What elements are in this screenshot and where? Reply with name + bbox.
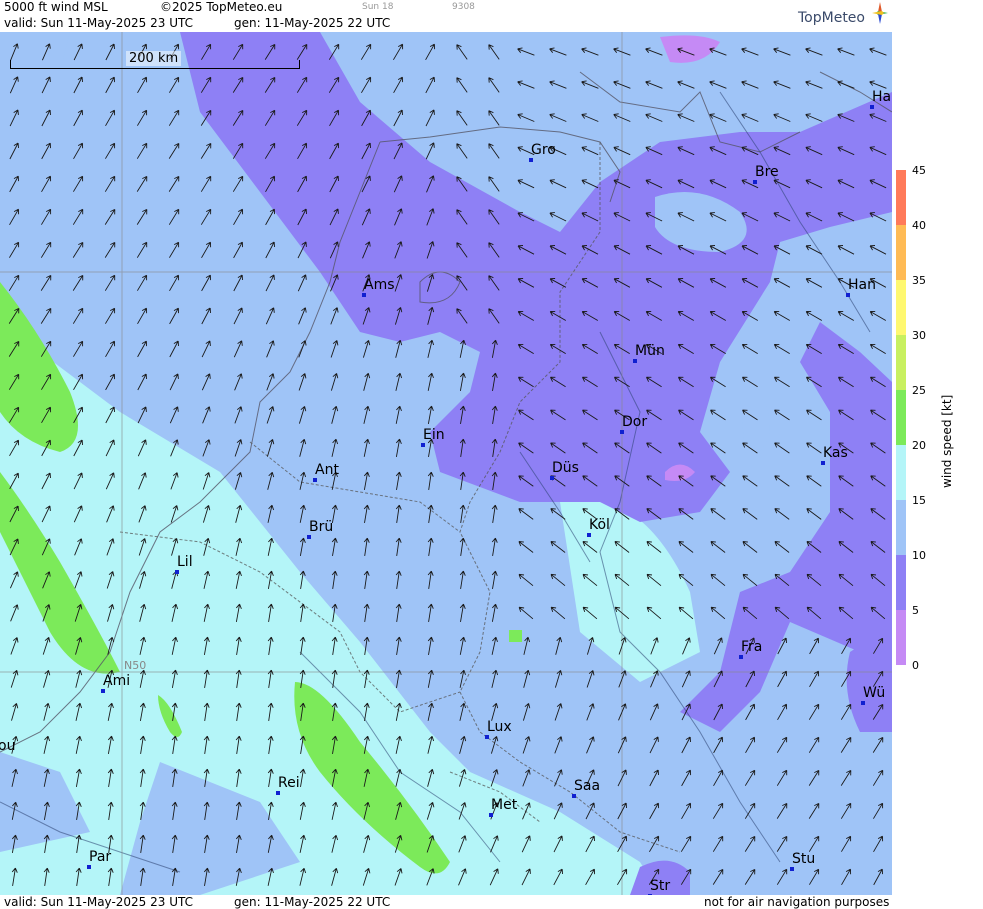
scale-label: 200 km [126, 51, 182, 66]
map-footer: valid: Sun 11-May-2025 23 UTC gen: 11-Ma… [0, 895, 892, 909]
legend-title: wind speed [kt] [940, 394, 954, 488]
city-label: Kas [823, 445, 848, 461]
city-marker-icon [870, 105, 874, 109]
legend-tick-label: 30 [912, 329, 926, 342]
city-label: ou [0, 738, 16, 754]
city-marker-icon [489, 813, 493, 817]
city-label: Par [89, 849, 112, 865]
city-label: Düs [552, 460, 579, 476]
city-marker-icon [362, 293, 366, 297]
city-label: Köl [589, 517, 610, 533]
city-marker-icon [821, 461, 825, 465]
map-title: 5000 ft wind MSL [4, 0, 108, 14]
city-marker-icon [101, 689, 105, 693]
city-label: Brü [309, 519, 334, 535]
city-marker-icon [529, 158, 533, 162]
city-marker-icon [572, 794, 576, 798]
logo-text: TopMeteo [798, 10, 865, 26]
city-label: Ams [364, 277, 395, 293]
code-label: 9308 [452, 2, 475, 12]
city-label: Lux [487, 719, 512, 735]
generated-time: gen: 11-May-2025 22 UTC [234, 16, 391, 30]
city-label: Wü [863, 685, 886, 701]
city-marker-icon [633, 359, 637, 363]
wind-map[interactable]: 200 km N50 Gro Bre Ha Ams Han Mün Ein Dor Ant Kas… [0, 32, 892, 895]
compass-icon [872, 2, 888, 24]
city-marker-icon [620, 430, 624, 434]
legend-tick-label: 10 [912, 549, 926, 562]
city-label: Saa [574, 778, 601, 794]
legend-swatch-30-35 [896, 280, 906, 335]
city-label: Met [491, 797, 518, 813]
legend-tick-label: 45 [912, 164, 926, 177]
grid-label: N50 [124, 659, 147, 672]
legend-swatch-10-15 [896, 500, 906, 555]
legend-tick-label: 0 [912, 659, 919, 672]
city-marker-icon [550, 476, 554, 480]
day-label: Sun 18 [362, 2, 394, 12]
legend-swatch-35-40 [896, 225, 906, 280]
city-label: Dor [622, 414, 648, 430]
city-label: Stu [792, 851, 816, 867]
copyright: ©2025 TopMeteo.eu [160, 0, 283, 14]
legend-tick-label: 35 [912, 274, 926, 287]
city-label: Fra [741, 639, 763, 655]
city-label: Str [650, 878, 671, 894]
city-marker-icon [313, 478, 317, 482]
legend-tick-label: 5 [912, 604, 919, 617]
city-marker-icon [175, 570, 179, 574]
legend-tick-label: 20 [912, 439, 926, 452]
city-label: Ami [103, 673, 131, 689]
city-marker-icon [276, 791, 280, 795]
zone-20-25-tiny [509, 630, 522, 642]
legend: 45 40 35 30 25 20 15 10 5 0 wind speed [kt] [892, 0, 983, 909]
legend-swatch-25-30 [896, 335, 906, 390]
city-marker-icon [846, 293, 850, 297]
city-label: Gro [531, 142, 556, 158]
city-label: Lil [177, 554, 193, 570]
city-label: Ant [315, 462, 339, 478]
footer-valid: valid: Sun 11-May-2025 23 UTC [4, 895, 193, 909]
legend-swatch-15-20 [896, 445, 906, 500]
legend-swatch-40-45 [896, 170, 906, 225]
city-marker-icon [421, 443, 425, 447]
city-marker-icon [485, 735, 489, 739]
city-marker-icon [861, 701, 865, 705]
legend-swatch-5-10 [896, 555, 906, 610]
city-label: Ha [872, 89, 892, 105]
map-header: 5000 ft wind MSL ©2025 TopMeteo.eu Sun 1… [0, 0, 892, 32]
city-marker-icon [307, 535, 311, 539]
legend-colorbar [896, 170, 906, 665]
legend-tick-label: 15 [912, 494, 926, 507]
legend-tick-label: 25 [912, 384, 926, 397]
city-marker-icon [587, 533, 591, 537]
footer-generated: gen: 11-May-2025 22 UTC [234, 895, 391, 909]
city-label: Ein [423, 427, 445, 443]
legend-swatch-0-5 [896, 610, 906, 665]
city-marker-icon [790, 867, 794, 871]
city-marker-icon [753, 180, 757, 184]
city-label: Mün [635, 343, 665, 359]
legend-tick-label: 40 [912, 219, 926, 232]
city-label: Bre [755, 164, 779, 180]
topmeteo-logo[interactable]: TopMeteo [798, 2, 888, 26]
footer-disclaimer: not for air navigation purposes [704, 895, 890, 909]
valid-time: valid: Sun 11-May-2025 23 UTC [4, 16, 193, 30]
wind-field-svg [0, 32, 892, 895]
city-marker-icon [739, 655, 743, 659]
city-marker-icon [87, 865, 91, 869]
city-label: Han [848, 277, 876, 293]
city-label: Rei [278, 775, 300, 791]
legend-swatch-20-25 [896, 390, 906, 445]
